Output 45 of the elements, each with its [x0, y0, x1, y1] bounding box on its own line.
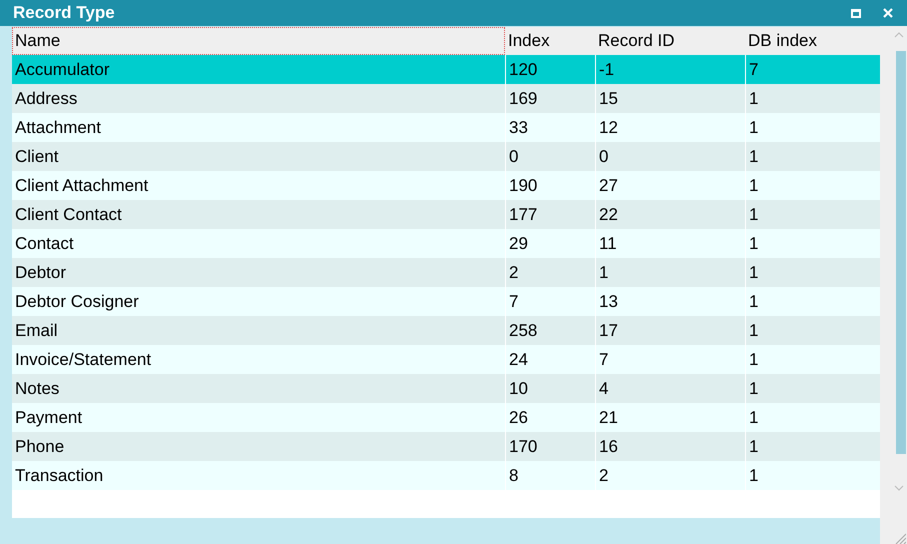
table-cell-text: Email	[14, 320, 59, 342]
table-cell-text: Contact	[14, 232, 75, 255]
scroll-up-icon[interactable]	[894, 32, 904, 38]
table-cell-text: Address	[14, 88, 78, 110]
resize-grip-icon[interactable]	[894, 532, 906, 544]
table-cell-text: Accumulator	[14, 58, 110, 81]
table-cell: 2	[595, 461, 745, 490]
table-cell-text: Notes	[14, 378, 60, 400]
column-header[interactable]: Record ID	[595, 27, 745, 55]
table-row[interactable]: Client Contact 177 22 1	[12, 200, 880, 229]
table-cell-text: Client	[14, 146, 60, 168]
table-row[interactable]: Client Attachment 190 27 1	[12, 171, 880, 200]
column-header[interactable]: Name	[12, 27, 505, 55]
table-cell: 8	[505, 461, 595, 490]
column-header[interactable]: DB index	[745, 27, 880, 55]
table-row[interactable]: Payment 26 21 1	[12, 403, 880, 432]
table-cell-text: Phone	[14, 436, 66, 458]
table-row[interactable]: Contact 29 11 1	[12, 229, 880, 258]
table-row[interactable]: Notes 10 4 1	[12, 374, 880, 403]
table-row[interactable]: Transaction 8 2 1	[12, 461, 880, 490]
table-row[interactable]: Client 0 0 1	[12, 142, 880, 171]
scrollbar[interactable]	[880, 26, 907, 544]
column-header[interactable]: Index	[505, 27, 595, 55]
table-row[interactable]: Email 258 17 1	[12, 316, 880, 345]
scroll-down-icon[interactable]	[894, 485, 904, 491]
close-button[interactable]	[881, 6, 895, 20]
table-row[interactable]: Attachment 33 12 1	[12, 113, 880, 142]
table-cell-text: Attachment	[14, 116, 102, 139]
close-icon	[883, 8, 893, 18]
table-row[interactable]: Address 169 15 1	[12, 84, 880, 113]
table-cell-text: Debtor	[14, 262, 68, 284]
table-cell-text: Invoice/Statement	[14, 348, 152, 371]
scrollbar-thumb[interactable]	[896, 51, 906, 454]
table-cell-text: Payment	[14, 406, 84, 429]
table-row[interactable]: Debtor Cosigner 7 13 1	[12, 287, 880, 316]
maximize-icon	[851, 8, 861, 18]
table-row[interactable]: Phone 170 16 1	[12, 432, 880, 461]
table-cell-text: Debtor Cosigner	[14, 290, 140, 313]
table-row[interactable]: Invoice/Statement 24 7 1	[12, 345, 880, 374]
table-cell-text: Transaction	[14, 464, 104, 487]
window-title: Record Type	[13, 2, 116, 24]
table-row[interactable]: Debtor 2 1 1	[12, 258, 880, 287]
table-cell-text: Client Contact	[14, 204, 123, 226]
table-cell-text: Client Attachment	[14, 174, 150, 197]
table-row[interactable]: Accumulator 120 -1 7	[12, 55, 880, 84]
